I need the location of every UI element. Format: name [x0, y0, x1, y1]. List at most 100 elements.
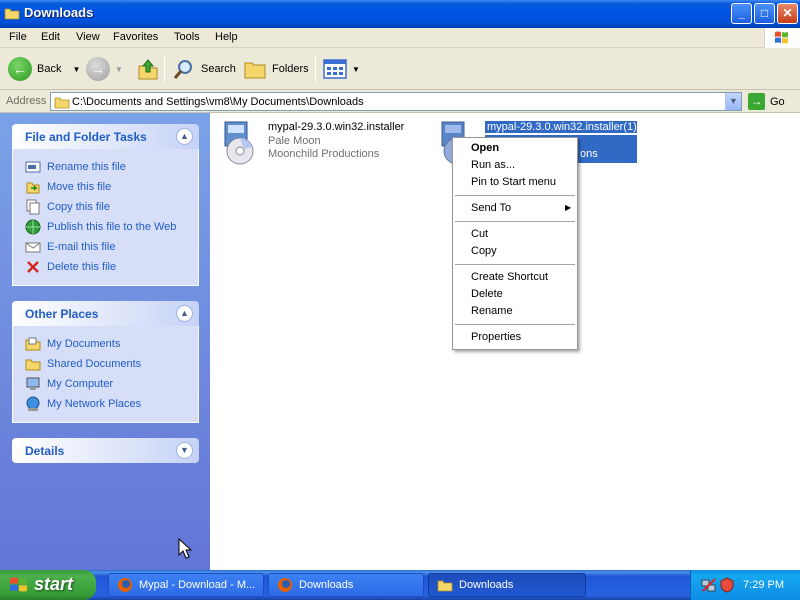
menu-item-properties[interactable]: Properties — [471, 331, 521, 343]
up-folder-icon — [138, 59, 158, 80]
forward-dropdown-icon[interactable]: ▼ — [115, 65, 123, 74]
file-folder-tasks-panel: File and Folder Tasks ▲ Rename this file… — [12, 124, 199, 286]
title-bar: Downloads _ □ ✕ — [0, 0, 800, 28]
minimize-button[interactable]: _ — [731, 3, 752, 24]
close-button[interactable]: ✕ — [777, 3, 798, 24]
menu-edit[interactable]: Edit — [41, 31, 60, 43]
file-item[interactable]: mypal-29.3.0.win32.installer Pale Moon M… — [215, 118, 415, 173]
back-button[interactable]: ← Back ▼ — [8, 54, 80, 84]
menu-favorites[interactable]: Favorites — [113, 31, 158, 43]
place-my-network-places[interactable]: My Network Places — [25, 394, 198, 414]
menu-bar: File Edit View Favorites Tools Help — [0, 28, 800, 48]
folders-icon — [244, 62, 266, 79]
place-shared-documents[interactable]: Shared Documents — [25, 354, 198, 374]
taskbar-button-mypal-download[interactable]: Mypal - Download - M... — [108, 573, 264, 597]
task-move[interactable]: Move this file — [25, 177, 198, 197]
network-tray-icon[interactable] — [701, 577, 717, 593]
menu-separator — [455, 195, 575, 196]
network-icon — [26, 396, 40, 411]
back-dropdown-icon[interactable]: ▼ — [72, 65, 80, 74]
panel-title: Other Places — [25, 307, 99, 321]
go-button[interactable]: → Go — [748, 93, 785, 110]
file-company: ons — [580, 148, 598, 160]
file-description: Pale Moon — [268, 135, 321, 147]
folder-icon — [437, 580, 453, 592]
go-label: Go — [770, 95, 785, 108]
task-label: Rename this file — [47, 161, 126, 173]
menu-item-copy[interactable]: Copy — [471, 245, 497, 257]
search-button[interactable]: Search — [172, 54, 236, 84]
globe-icon — [25, 219, 41, 235]
security-shield-tray-icon[interactable] — [719, 577, 735, 593]
go-arrow-icon: → — [748, 93, 765, 110]
panel-header[interactable]: Details ▼ — [12, 438, 199, 463]
clock: 7:29 PM — [743, 579, 784, 591]
folders-button[interactable]: Folders — [243, 54, 309, 84]
menu-item-delete[interactable]: Delete — [471, 288, 503, 300]
firefox-icon — [118, 578, 132, 592]
menu-item-create-shortcut[interactable]: Create Shortcut — [471, 271, 548, 283]
task-delete[interactable]: Delete this file — [25, 257, 198, 277]
search-icon — [173, 60, 192, 79]
menu-item-rename[interactable]: Rename — [471, 305, 513, 317]
menu-item-send-to[interactable]: Send To — [471, 202, 511, 214]
expand-icon[interactable]: ▼ — [176, 442, 193, 459]
maximize-button[interactable]: □ — [754, 3, 775, 24]
file-name: mypal-29.3.0.win32.installer — [268, 121, 405, 133]
taskbar: start Mypal - Download - M... Downloads … — [0, 570, 800, 600]
panel-body: My Documents Shared Documents My Compute… — [12, 326, 199, 423]
address-path: C:\Documents and Settings\vm8\My Documen… — [72, 96, 364, 108]
place-my-computer[interactable]: My Computer — [25, 374, 198, 394]
collapse-icon[interactable]: ▲ — [176, 305, 193, 322]
back-arrow-icon: ← — [8, 57, 32, 81]
my-documents-icon — [25, 337, 41, 351]
views-icon — [323, 59, 347, 79]
taskbar-button-downloads-browser[interactable]: Downloads — [268, 573, 424, 597]
back-label: Back — [37, 63, 62, 75]
menu-help[interactable]: Help — [215, 31, 238, 43]
toolbar-separator — [164, 56, 165, 82]
folders-label: Folders — [272, 63, 309, 75]
address-dropdown-icon[interactable]: ▼ — [725, 93, 741, 110]
context-menu: Open Run as... Pin to Start menu Send To… — [452, 137, 578, 350]
task-copy[interactable]: Copy this file — [25, 197, 198, 217]
address-label: Address — [6, 95, 47, 107]
details-panel: Details ▼ — [12, 438, 199, 463]
mouse-cursor-icon — [178, 538, 192, 559]
menu-item-open[interactable]: Open — [471, 142, 499, 154]
task-label: Move this file — [47, 181, 112, 193]
copy-icon — [26, 199, 40, 215]
place-my-documents[interactable]: My Documents — [25, 334, 198, 354]
shared-folder-icon — [25, 359, 41, 371]
address-input[interactable]: C:\Documents and Settings\vm8\My Documen… — [50, 92, 742, 111]
menu-separator — [455, 264, 575, 265]
task-label: Delete this file — [47, 261, 117, 273]
views-dropdown-icon[interactable]: ▼ — [352, 65, 360, 74]
panel-body: Rename this file Move this file Copy thi… — [12, 149, 199, 286]
panel-header[interactable]: File and Folder Tasks ▲ — [12, 124, 199, 149]
task-rename[interactable]: Rename this file — [25, 157, 198, 177]
panel-header[interactable]: Other Places ▲ — [12, 301, 199, 326]
system-tray: 7:29 PM — [690, 570, 800, 600]
menu-separator — [455, 324, 575, 325]
folder-icon — [4, 8, 20, 20]
up-folder-button[interactable] — [136, 54, 160, 84]
rename-icon — [25, 161, 41, 173]
menu-view[interactable]: View — [76, 31, 100, 43]
task-email[interactable]: E-mail this file — [25, 237, 198, 257]
toolbar: ← Back ▼ → ▼ Search Folders ▼ — [0, 48, 800, 90]
collapse-icon[interactable]: ▲ — [176, 128, 193, 145]
start-button[interactable]: start — [0, 570, 96, 600]
submenu-arrow-icon: ▶ — [565, 203, 572, 212]
views-button[interactable]: ▼ — [323, 54, 360, 84]
menu-tools[interactable]: Tools — [174, 31, 200, 43]
menu-item-run-as[interactable]: Run as... — [471, 159, 515, 171]
delete-x-icon — [27, 261, 39, 273]
taskbar-button-downloads-folder[interactable]: Downloads — [428, 573, 586, 597]
menu-file[interactable]: File — [9, 31, 27, 43]
task-publish[interactable]: Publish this file to the Web — [25, 217, 198, 237]
menu-item-cut[interactable]: Cut — [471, 228, 488, 240]
forward-button[interactable]: → ▼ — [86, 54, 123, 84]
menu-item-pin-to-start[interactable]: Pin to Start menu — [471, 176, 556, 188]
task-label: Downloads — [459, 579, 514, 591]
